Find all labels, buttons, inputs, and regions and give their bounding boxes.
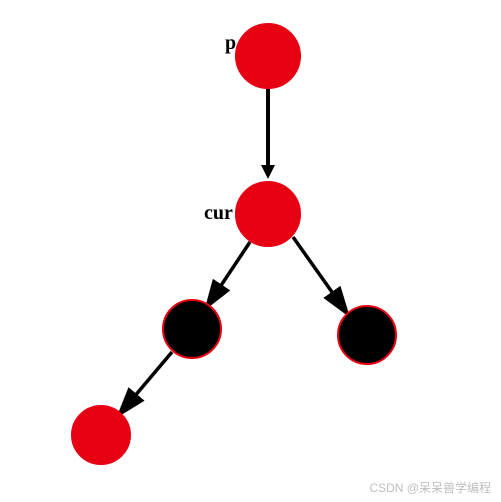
node-leaf	[71, 405, 131, 465]
node-p	[235, 23, 301, 89]
edge-p-cur	[266, 89, 270, 167]
arrowhead-p-cur	[261, 165, 275, 179]
node-right-child	[337, 305, 397, 365]
node-left-child	[162, 299, 222, 359]
node-cur	[235, 181, 301, 247]
watermark: CSDN @呆呆兽学编程	[369, 479, 491, 496]
label-cur: cur	[204, 202, 233, 225]
label-p: p	[225, 32, 236, 55]
